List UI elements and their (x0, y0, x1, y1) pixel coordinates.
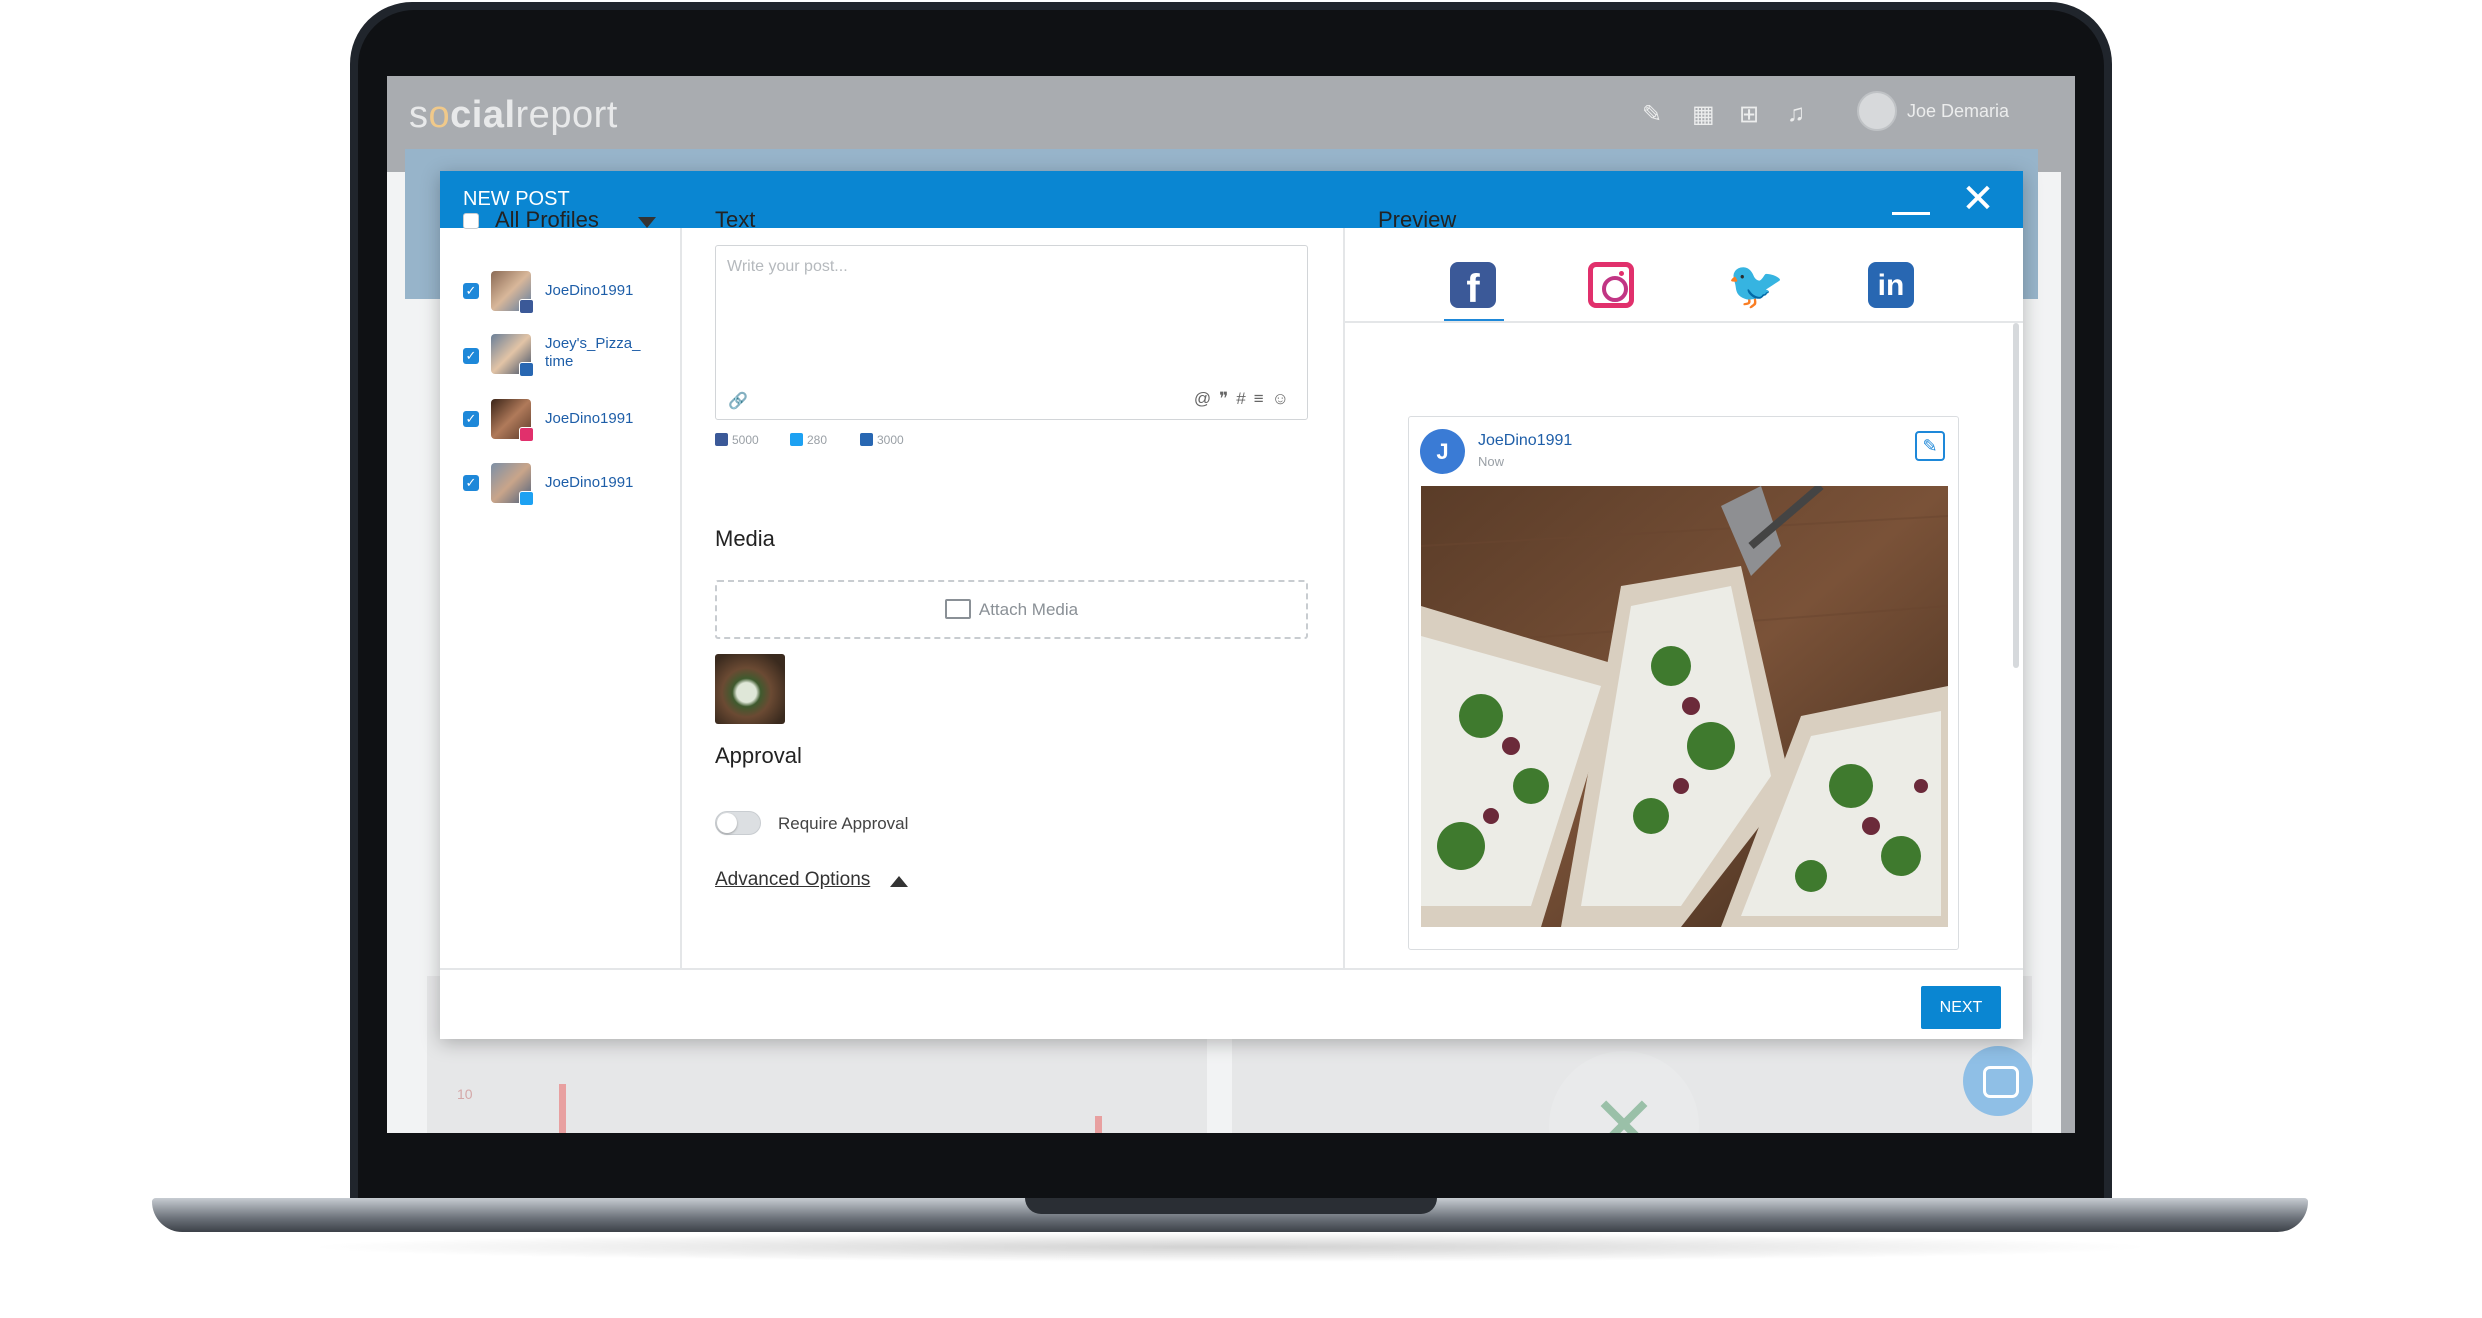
media-thumbnail[interactable] (715, 654, 785, 724)
profile-checkbox[interactable]: ✓ (463, 475, 479, 491)
require-approval-label: Require Approval (778, 814, 909, 833)
user-avatar[interactable] (1857, 91, 1897, 131)
media-heading: Media (715, 526, 775, 551)
footer-divider (440, 968, 2023, 970)
profile-item[interactable]: ✓ JoeDino1991 (463, 271, 663, 315)
twitter-char-count: 280 (790, 433, 827, 447)
profile-item[interactable]: ✓ Joey's_Pizza_ time (463, 334, 663, 378)
page-scrollbar[interactable] (2061, 76, 2075, 1133)
edit-icon[interactable]: ✎ (1915, 431, 1945, 461)
user-name[interactable]: Joe Demaria (1907, 101, 2009, 122)
edit-icon[interactable]: ✎ (1642, 100, 1662, 129)
post-text-input[interactable]: Write your post... 🔗 @❞#≡☺ (715, 245, 1308, 420)
profile-name: Joey's_Pizza_ time (545, 335, 641, 370)
profile-checkbox[interactable]: ✓ (463, 348, 479, 364)
advanced-options-link[interactable]: Advanced Options (715, 869, 870, 891)
profile-name: JoeDino1991 (545, 282, 634, 299)
profile-checkbox[interactable]: ✓ (463, 283, 479, 299)
add-icon[interactable]: ⊞ (1739, 100, 1759, 129)
attach-media-button[interactable]: Attach Media (715, 580, 1308, 639)
profile-name: JoeDino1991 (545, 474, 634, 491)
emoji-icon[interactable]: ☺ (1272, 389, 1297, 408)
chat-icon[interactable] (1963, 1046, 2033, 1116)
preview-timestamp: Now (1478, 454, 1505, 469)
linkedin-char-count: 3000 (860, 433, 904, 447)
profile-item[interactable]: ✓ JoeDino1991 (463, 399, 663, 443)
column-divider (1343, 228, 1345, 968)
link-icon[interactable]: 🔗 (728, 391, 748, 411)
mention-icon[interactable]: @ (1194, 389, 1219, 408)
twitter-icon (790, 433, 803, 446)
modal-header: NEW POST ✕ (440, 171, 2023, 228)
post-image (1421, 486, 1948, 927)
next-button[interactable]: NEXT (1921, 986, 2001, 1029)
minimize-button[interactable] (1892, 189, 1930, 215)
list-icon[interactable]: ≡ (1254, 389, 1272, 408)
require-approval-toggle[interactable] (715, 811, 761, 835)
preview-scrollbar[interactable] (2013, 323, 2019, 668)
profiles-dropdown-caret-icon[interactable] (638, 217, 656, 228)
tab-twitter-preview[interactable]: 🐦 (1727, 262, 1784, 308)
image-icon (944, 599, 971, 619)
app-logo[interactable]: socialreport (409, 94, 618, 137)
background-bar (1095, 1116, 1102, 1133)
facebook-char-count: 5000 (715, 433, 759, 447)
tab-linkedin-preview[interactable]: in (1868, 262, 1914, 308)
avatar: J (1420, 429, 1465, 474)
preview-heading: Preview (1378, 207, 1457, 232)
tab-instagram-preview[interactable] (1588, 262, 1634, 308)
bell-icon[interactable]: ♫ (1787, 100, 1805, 128)
hashtag-icon[interactable]: # (1236, 389, 1253, 408)
app-screen: socialreport ✎ ▦ ⊞ ♫ Joe Demaria 10 ✕ NE… (387, 76, 2075, 1133)
twitter-badge-icon (519, 491, 534, 506)
linkedin-badge-icon (519, 362, 534, 377)
quote-icon[interactable]: ❞ (1219, 389, 1236, 408)
facebook-icon (715, 433, 728, 446)
post-text-placeholder: Write your post... (727, 258, 848, 275)
approval-heading: Approval (715, 743, 802, 768)
caret-up-icon[interactable] (890, 876, 908, 887)
laptop-mockup: socialreport ✎ ▦ ⊞ ♫ Joe Demaria 10 ✕ NE… (0, 0, 2482, 1318)
text-tools: @❞#≡☺ (1194, 389, 1297, 409)
background-bar (559, 1084, 566, 1133)
all-profiles-label[interactable]: All Profiles (495, 207, 599, 233)
profile-item[interactable]: ✓ JoeDino1991 (463, 463, 663, 507)
linkedin-icon (860, 433, 873, 446)
facebook-badge-icon (519, 299, 534, 314)
calendar-icon[interactable]: ▦ (1692, 100, 1715, 129)
profile-checkbox[interactable]: ✓ (463, 411, 479, 427)
all-profiles-checkbox[interactable] (463, 213, 479, 229)
laptop-shadow (300, 1232, 2160, 1262)
instagram-badge-icon (519, 427, 534, 442)
preview-tabs-divider (1345, 321, 2023, 323)
post-preview-card: J JoeDino1991 Now ✎ (1408, 416, 1959, 950)
new-post-modal: NEW POST ✕ All Profiles ✓ JoeDino1991 ✓ (440, 171, 2023, 1039)
profile-name: JoeDino1991 (545, 410, 634, 427)
preview-profile-name: JoeDino1991 (1478, 432, 1573, 449)
background-axis-value: 10 (457, 1086, 473, 1102)
column-divider (680, 228, 682, 968)
laptop-notch (1025, 1198, 1437, 1214)
close-button[interactable]: ✕ (1959, 179, 1997, 219)
text-heading: Text (715, 207, 756, 232)
tab-facebook-preview[interactable]: f (1450, 262, 1496, 311)
